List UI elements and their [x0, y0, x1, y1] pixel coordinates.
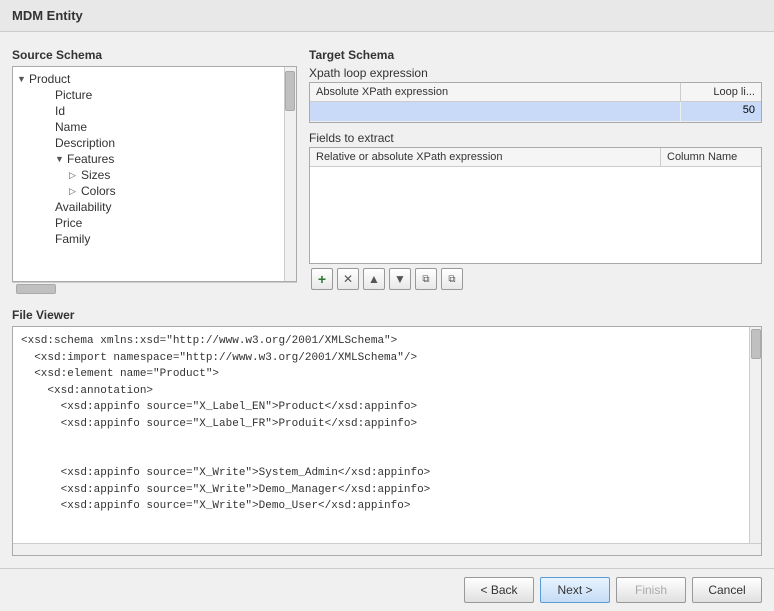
tree-leaf-picture[interactable]: Picture: [31, 87, 282, 103]
delete-field-button[interactable]: ✕: [337, 268, 359, 290]
fields-col-name: Column Name: [661, 148, 761, 166]
source-hscroll-thumb: [16, 284, 56, 294]
xpath-section: Xpath loop expression Absolute XPath exp…: [309, 66, 762, 123]
file-viewer-hscrollbar[interactable]: [13, 543, 761, 555]
dialog-title: MDM Entity: [12, 8, 83, 23]
next-button[interactable]: Next >: [540, 577, 610, 603]
xpath-section-label: Xpath loop expression: [309, 66, 762, 80]
dialog-header: MDM Entity: [0, 0, 774, 32]
source-scrollbar[interactable]: [284, 67, 296, 281]
source-hscrollbar[interactable]: [12, 282, 297, 294]
tree-node-product[interactable]: ▼ Product: [15, 71, 282, 87]
tree-label-features: Features: [67, 152, 114, 166]
fields-table: Relative or absolute XPath expression Co…: [309, 147, 762, 264]
target-section: Xpath loop expression Absolute XPath exp…: [309, 66, 762, 294]
fields-section: Fields to extract Relative or absolute X…: [309, 131, 762, 294]
source-tree: ▼ Product Picture Id Name Description ▼ …: [13, 67, 284, 281]
tree-leaf-family[interactable]: Family: [31, 231, 282, 247]
xpath-table-row[interactable]: 50: [310, 102, 761, 122]
expand-features-icon: ▼: [55, 154, 65, 164]
tree-node-sizes[interactable]: ▷ Sizes: [67, 167, 282, 183]
tree-leaf-price[interactable]: Price: [31, 215, 282, 231]
cancel-button[interactable]: Cancel: [692, 577, 762, 603]
xpath-col-loop: Loop li...: [681, 83, 761, 101]
tree-leaf-description[interactable]: Description: [31, 135, 282, 151]
tree-children-product: Picture Id Name Description ▼ Features ▷: [15, 87, 282, 247]
xpath-table: Absolute XPath expression Loop li... 50: [309, 82, 762, 123]
file-viewer-panel: <xsd:schema xmlns:xsd="http://www.w3.org…: [12, 326, 762, 556]
source-schema-panel: Source Schema ▼ Product Picture Id Name …: [12, 44, 297, 294]
file-viewer-vscrollbar[interactable]: [749, 327, 761, 543]
copy-field-button[interactable]: ⧉: [415, 268, 437, 290]
file-viewer-inner: <xsd:schema xmlns:xsd="http://www.w3.org…: [13, 327, 761, 543]
move-down-button[interactable]: ▼: [389, 268, 411, 290]
source-schema-label: Source Schema: [12, 44, 297, 66]
source-tree-wrapper: ▼ Product Picture Id Name Description ▼ …: [12, 66, 297, 282]
tree-children-features: ▷ Sizes ▷ Colors: [31, 167, 282, 199]
target-schema-panel: Target Schema Xpath loop expression Abso…: [309, 44, 762, 294]
tree-leaf-availability[interactable]: Availability: [31, 199, 282, 215]
finish-button[interactable]: Finish: [616, 577, 686, 603]
dialog-body: Source Schema ▼ Product Picture Id Name …: [0, 32, 774, 568]
tree-label-product: Product: [29, 72, 70, 86]
expand-sizes-icon: ▷: [69, 170, 79, 180]
back-button[interactable]: < Back: [464, 577, 534, 603]
dialog: MDM Entity Source Schema ▼ Product Pictu…: [0, 0, 774, 611]
xpath-col-expression: Absolute XPath expression: [310, 83, 681, 101]
file-viewer-section: File Viewer <xsd:schema xmlns:xsd="http:…: [12, 304, 762, 556]
tree-leaf-name[interactable]: Name: [31, 119, 282, 135]
file-viewer-content: <xsd:schema xmlns:xsd="http://www.w3.org…: [13, 327, 749, 543]
panels-row: Source Schema ▼ Product Picture Id Name …: [12, 44, 762, 294]
source-scrollbar-thumb: [285, 71, 295, 111]
target-schema-label: Target Schema: [309, 44, 762, 66]
fields-toolbar: + ✕ ▲ ▼ ⧉ ⧉: [309, 264, 762, 294]
move-up-button[interactable]: ▲: [363, 268, 385, 290]
xpath-table-header: Absolute XPath expression Loop li...: [310, 83, 761, 102]
fields-section-label: Fields to extract: [309, 131, 762, 145]
file-viewer-vscroll-thumb: [751, 329, 761, 359]
dialog-footer: < Back Next > Finish Cancel: [0, 568, 774, 611]
expand-icon: ▼: [17, 74, 27, 84]
fields-table-header: Relative or absolute XPath expression Co…: [310, 148, 761, 167]
file-viewer-label: File Viewer: [12, 304, 762, 326]
tree-node-colors[interactable]: ▷ Colors: [67, 183, 282, 199]
add-field-button[interactable]: +: [311, 268, 333, 290]
paste-field-button[interactable]: ⧉: [441, 268, 463, 290]
fields-col-xpath: Relative or absolute XPath expression: [310, 148, 661, 166]
expand-colors-icon: ▷: [69, 186, 79, 196]
xpath-row-expression[interactable]: [310, 102, 681, 121]
tree-label-colors: Colors: [81, 184, 116, 198]
tree-node-features[interactable]: ▼ Features: [31, 151, 282, 167]
tree-leaf-id[interactable]: Id: [31, 103, 282, 119]
tree-label-sizes: Sizes: [81, 168, 110, 182]
xpath-row-loop: 50: [681, 102, 761, 121]
